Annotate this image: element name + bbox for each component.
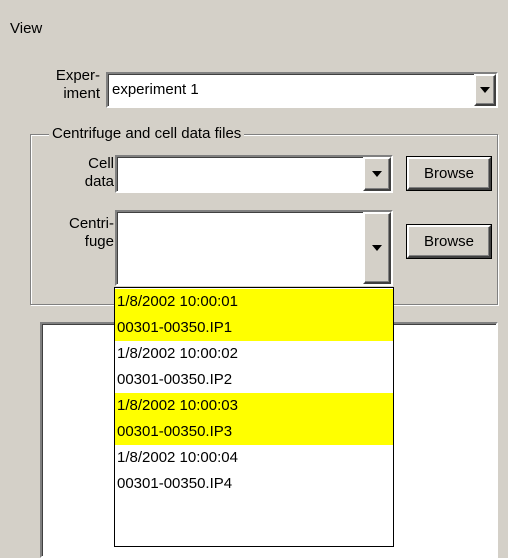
centrifuge-browse-button[interactable]: Browse	[407, 225, 491, 258]
experiment-label-line1: Exper-	[55, 67, 100, 84]
dropdown-list-item[interactable]: 00301-00350.IP2	[115, 367, 393, 393]
centrifuge-dropdown-button[interactable]	[363, 212, 391, 284]
cell-data-label-line2: data	[84, 173, 114, 190]
experiment-label-line2: iment	[63, 85, 100, 102]
experiment-combobox-value: experiment 1	[112, 81, 199, 98]
experiment-label: Exper- iment	[36, 67, 100, 103]
cell-data-dropdown-button[interactable]	[363, 157, 391, 191]
dropdown-list-item[interactable]: 1/8/2002 10:00:02	[115, 341, 393, 367]
cell-data-label: Cell data	[50, 155, 114, 191]
centrifuge-label-line2: fuge	[84, 233, 114, 250]
dropdown-list-item[interactable]: 1/8/2002 10:00:01	[115, 289, 393, 315]
cell-data-browse-button[interactable]: Browse	[407, 157, 491, 190]
chevron-down-icon	[372, 245, 382, 251]
dropdown-list-item[interactable]: 1/8/2002 10:00:04	[115, 445, 393, 471]
files-groupbox-title: Centrifuge and cell data files	[49, 125, 245, 143]
centrifuge-label: Centri- fuge	[48, 215, 114, 251]
dropdown-list-item[interactable]: 1/8/2002 10:00:03	[115, 393, 393, 419]
chevron-down-icon	[480, 87, 490, 93]
centrifuge-combobox[interactable]	[115, 210, 393, 286]
dropdown-list-item[interactable]: 00301-00350.IP4	[115, 471, 393, 497]
cell-data-combobox[interactable]	[115, 155, 393, 193]
chevron-down-icon	[372, 171, 382, 177]
dropdown-list-item[interactable]: 00301-00350.IP3	[115, 419, 393, 445]
dropdown-list-item[interactable]: 00301-00350.IP1	[115, 315, 393, 341]
cell-data-label-line1: Cell	[88, 155, 114, 172]
centrifuge-label-line1: Centri-	[68, 215, 114, 232]
centrifuge-dropdown-list[interactable]: 1/8/2002 10:00:01 00301-00350.IP1 1/8/2002…	[114, 287, 394, 547]
experiment-combobox[interactable]: experiment 1	[106, 72, 498, 108]
experiment-dropdown-button[interactable]	[474, 74, 496, 106]
view-label: View	[10, 20, 43, 37]
